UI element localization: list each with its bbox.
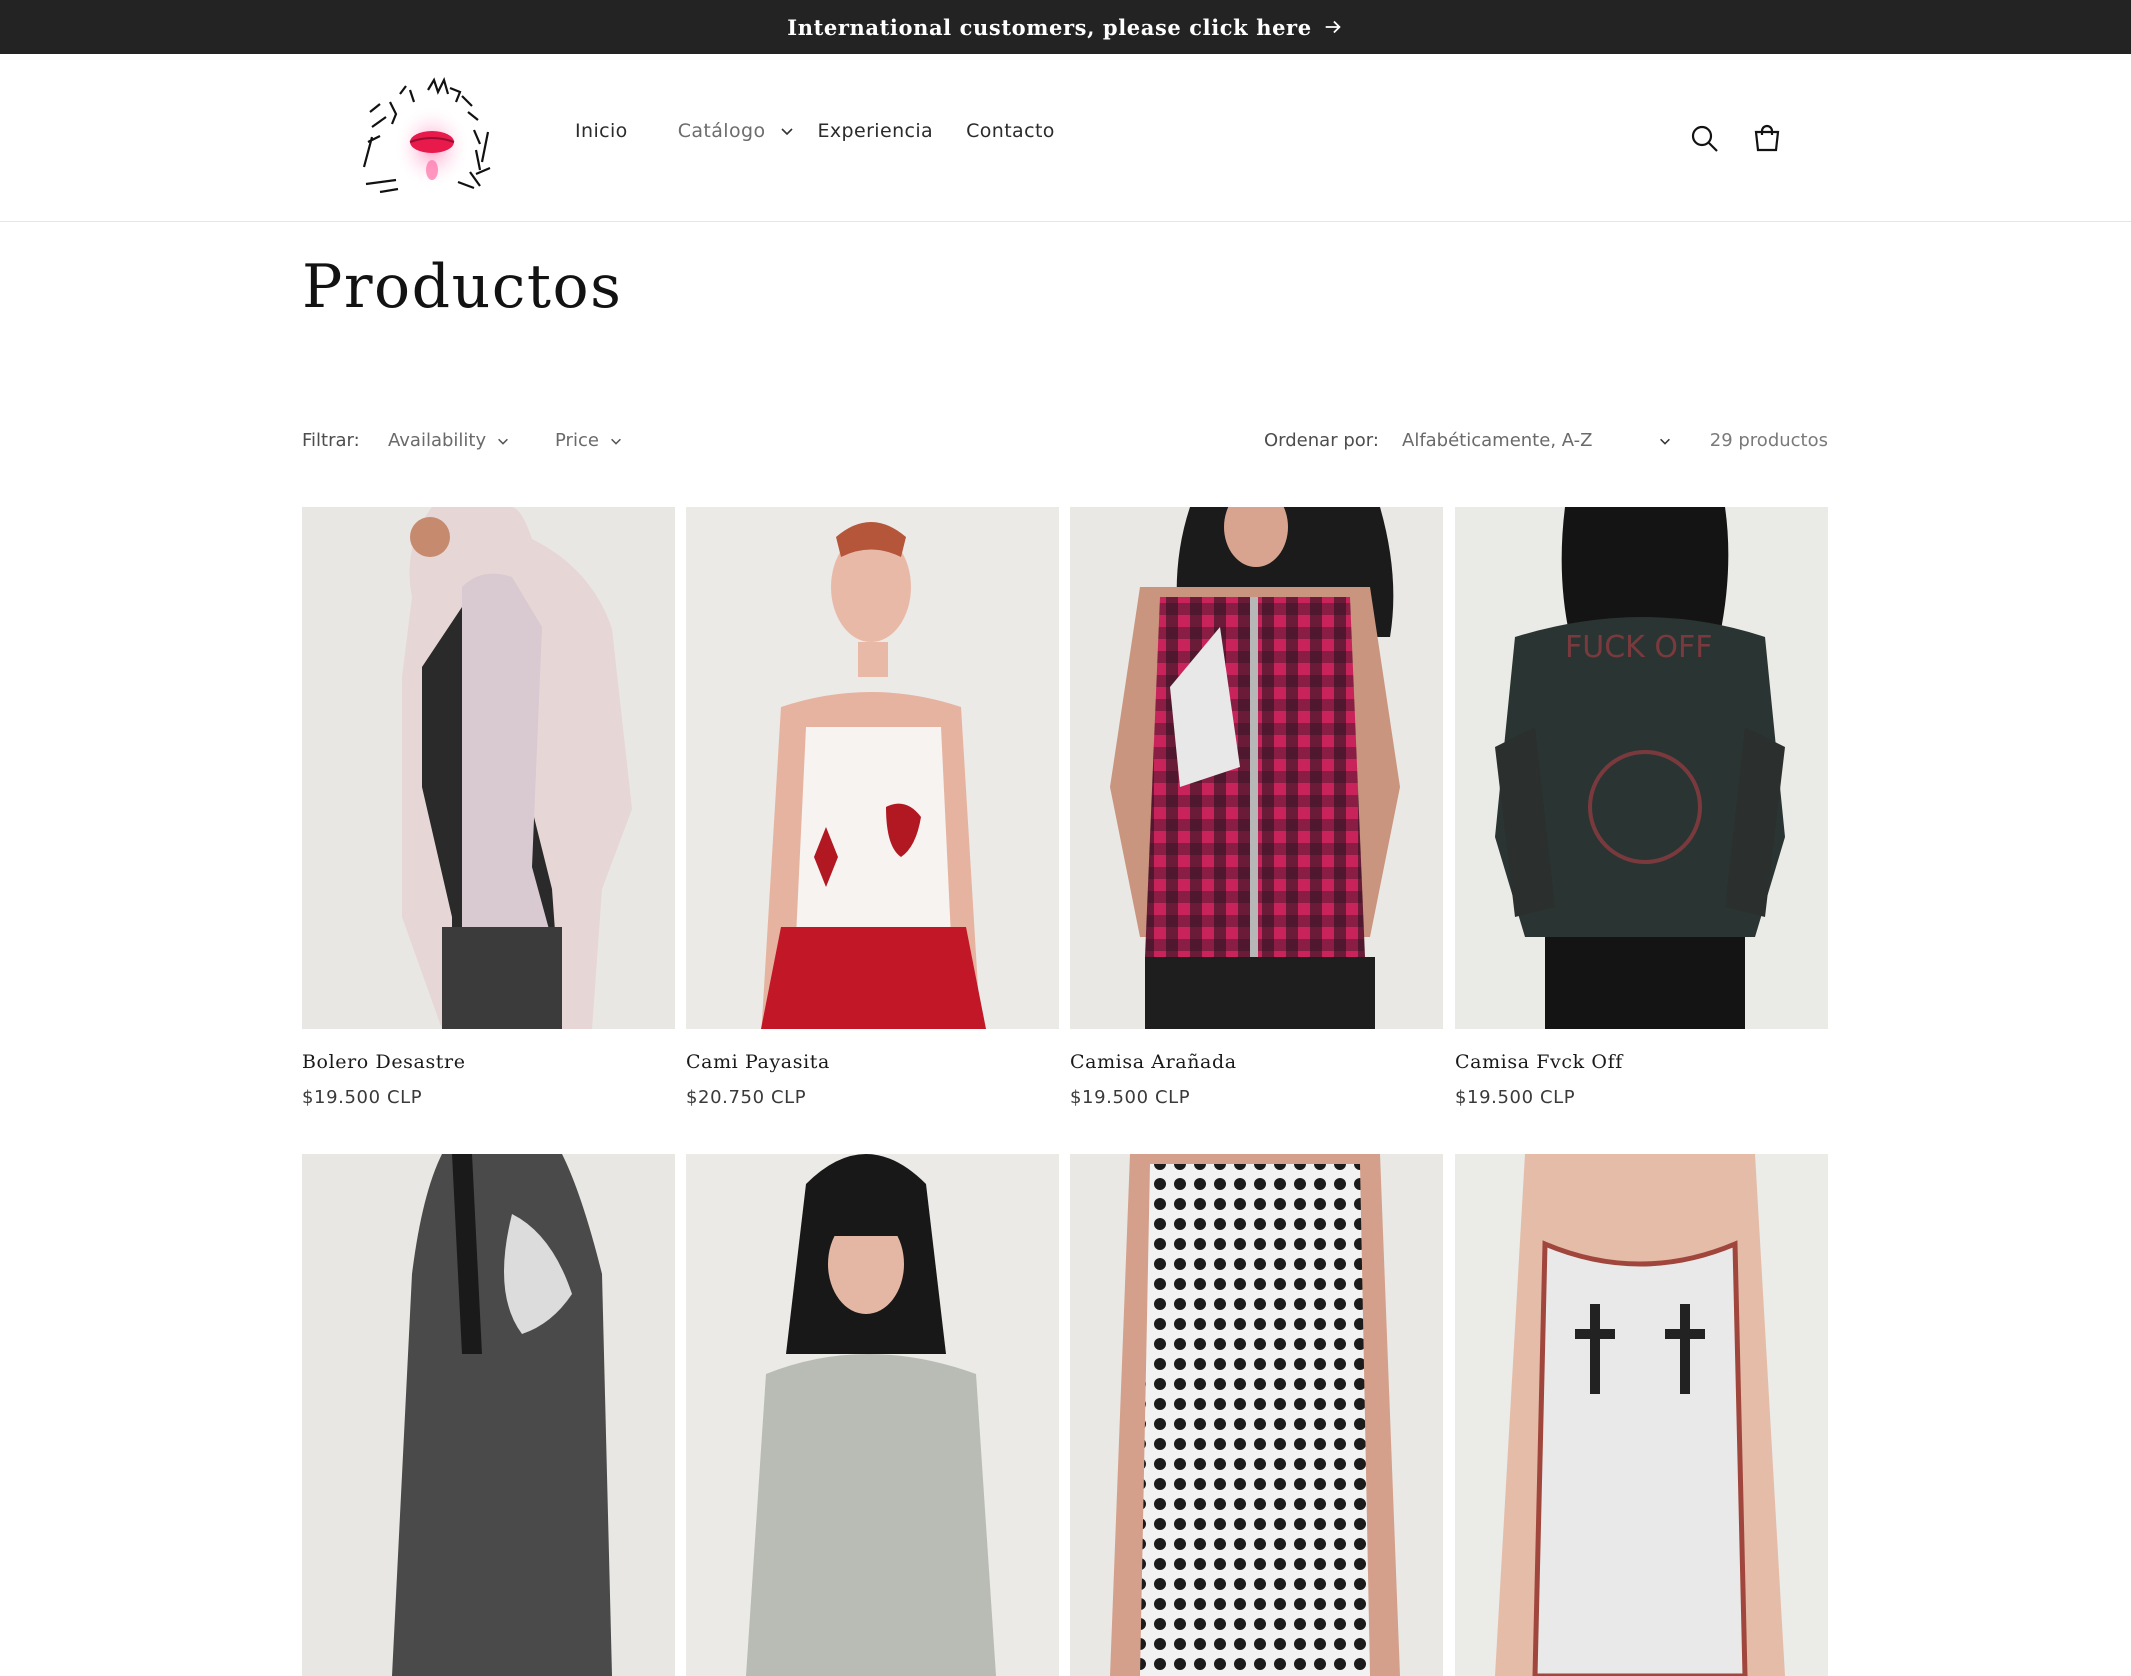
product-image[interactable] (1455, 1154, 1828, 1676)
announcement-text[interactable]: International customers, please click he… (787, 15, 1311, 40)
product-price: $20.750 CLP (686, 1087, 807, 1108)
product-image[interactable] (302, 1154, 675, 1676)
price-filter[interactable]: Price (555, 430, 623, 451)
product-image[interactable] (302, 507, 675, 1029)
availability-label[interactable]: Availability (388, 430, 486, 451)
product-price: $19.500 CLP (1455, 1087, 1576, 1108)
product-image[interactable] (686, 1154, 1059, 1676)
product-price: $19.500 CLP (302, 1087, 423, 1108)
chevron-down-icon[interactable] (779, 123, 795, 139)
arrow-right-icon (1325, 20, 1341, 34)
product-image[interactable] (1070, 1154, 1443, 1676)
product-card[interactable] (302, 1154, 675, 1676)
site-header: Inicio Catálogo Experiencia Contacto (0, 54, 2131, 222)
product-image[interactable] (1070, 507, 1443, 1029)
nav-catalogo[interactable]: Catálogo (678, 120, 766, 142)
announcement-bar[interactable]: International customers, please click he… (0, 0, 2131, 54)
sort-value[interactable]: Alfabéticamente, A-Z (1402, 430, 1593, 451)
product-price: $19.500 CLP (1070, 1087, 1191, 1108)
product-name[interactable]: Cami Payasita (686, 1051, 1059, 1073)
product-count: 29 productos (1709, 430, 1828, 451)
nav-inicio[interactable]: Inicio (575, 120, 628, 142)
price-label[interactable]: Price (555, 430, 599, 451)
page-title: Productos (302, 252, 623, 322)
search-icon[interactable] (1689, 123, 1721, 155)
product-card[interactable]: Camisa Arañada $19.500 CLP (1070, 507, 1443, 1108)
chevron-down-icon (1660, 438, 1670, 445)
product-card[interactable] (1455, 1154, 1828, 1676)
svg-text:FUCK OFF: FUCK OFF (1565, 630, 1713, 665)
availability-filter[interactable]: Availability (388, 430, 510, 451)
nav-contacto[interactable]: Contacto (966, 120, 1055, 142)
cart-icon[interactable] (1751, 123, 1783, 155)
product-card[interactable] (1070, 1154, 1443, 1676)
product-name[interactable]: Bolero Desastre (302, 1051, 675, 1073)
chevron-down-icon (498, 438, 509, 445)
product-card[interactable]: Bolero Desastre $19.500 CLP (302, 507, 675, 1108)
sort-label: Ordenar por: (1264, 430, 1379, 451)
product-card[interactable]: Cami Payasita $20.750 CLP (686, 507, 1059, 1108)
filter-label: Filtrar: (302, 430, 360, 451)
sort-select[interactable]: Alfabéticamente, A-Z (1402, 430, 1672, 451)
product-card[interactable]: FUCK OFF Camisa Fvck Off $19.500 CLP (1455, 507, 1828, 1108)
product-card[interactable] (686, 1154, 1059, 1676)
filter-bar: Filtrar: Availability Price Ordenar por:… (302, 430, 1828, 460)
product-image[interactable] (686, 507, 1059, 1029)
product-name[interactable]: Camisa Arañada (1070, 1051, 1443, 1073)
brand-logo[interactable] (350, 72, 515, 202)
product-image[interactable]: FUCK OFF (1455, 507, 1828, 1029)
main-nav: Inicio Catálogo Experiencia Contacto (575, 120, 1055, 142)
chevron-down-icon (610, 438, 621, 445)
product-name[interactable]: Camisa Fvck Off (1455, 1051, 1828, 1073)
nav-experiencia[interactable]: Experiencia (817, 120, 933, 142)
